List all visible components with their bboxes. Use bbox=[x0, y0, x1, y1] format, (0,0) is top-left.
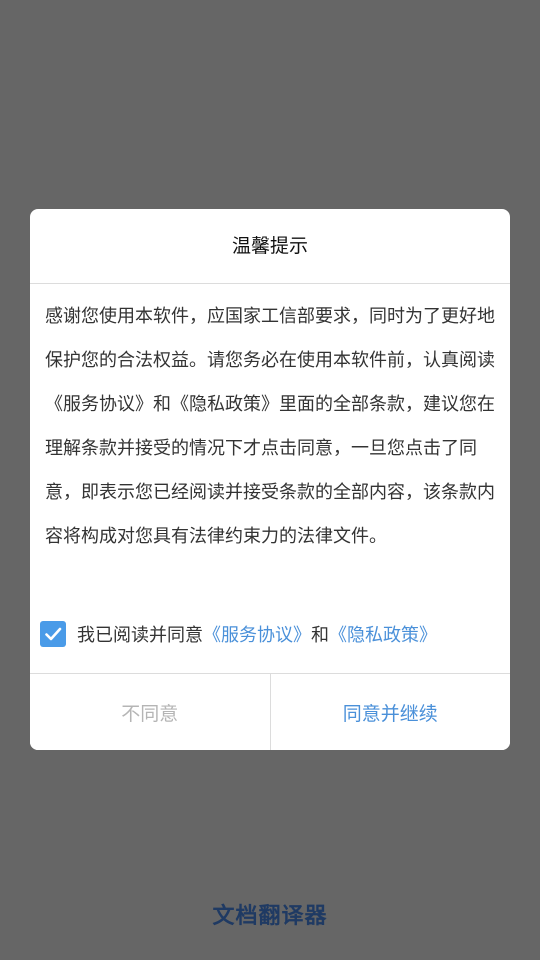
dialog-body-text: 感谢您使用本软件，应国家工信部要求，同时为了更好地保护您的合法权益。请您务必在使… bbox=[45, 306, 495, 547]
privacy-policy-link[interactable]: 《隐私政策》 bbox=[329, 621, 437, 647]
checkmark-icon bbox=[45, 627, 62, 641]
privacy-dialog: 温馨提示 感谢您使用本软件，应国家工信部要求，同时为了更好地保护您的合法权益。请… bbox=[30, 209, 510, 750]
dialog-title: 温馨提示 bbox=[30, 209, 510, 284]
agreement-checkbox[interactable] bbox=[40, 621, 66, 647]
disagree-button[interactable]: 不同意 bbox=[30, 674, 271, 750]
agreement-prefix: 我已阅读并同意 bbox=[77, 625, 203, 646]
agreement-conjunction: 和 bbox=[311, 625, 329, 646]
agree-continue-button[interactable]: 同意并继续 bbox=[270, 674, 510, 750]
agreement-row: 我已阅读并同意 《服务协议》 和 《隐私政策》 bbox=[40, 619, 437, 649]
dialog-buttons: 不同意 同意并继续 bbox=[30, 673, 510, 750]
app-name: 文档翻译器 bbox=[212, 904, 328, 929]
service-agreement-link[interactable]: 《服务协议》 bbox=[203, 621, 311, 647]
